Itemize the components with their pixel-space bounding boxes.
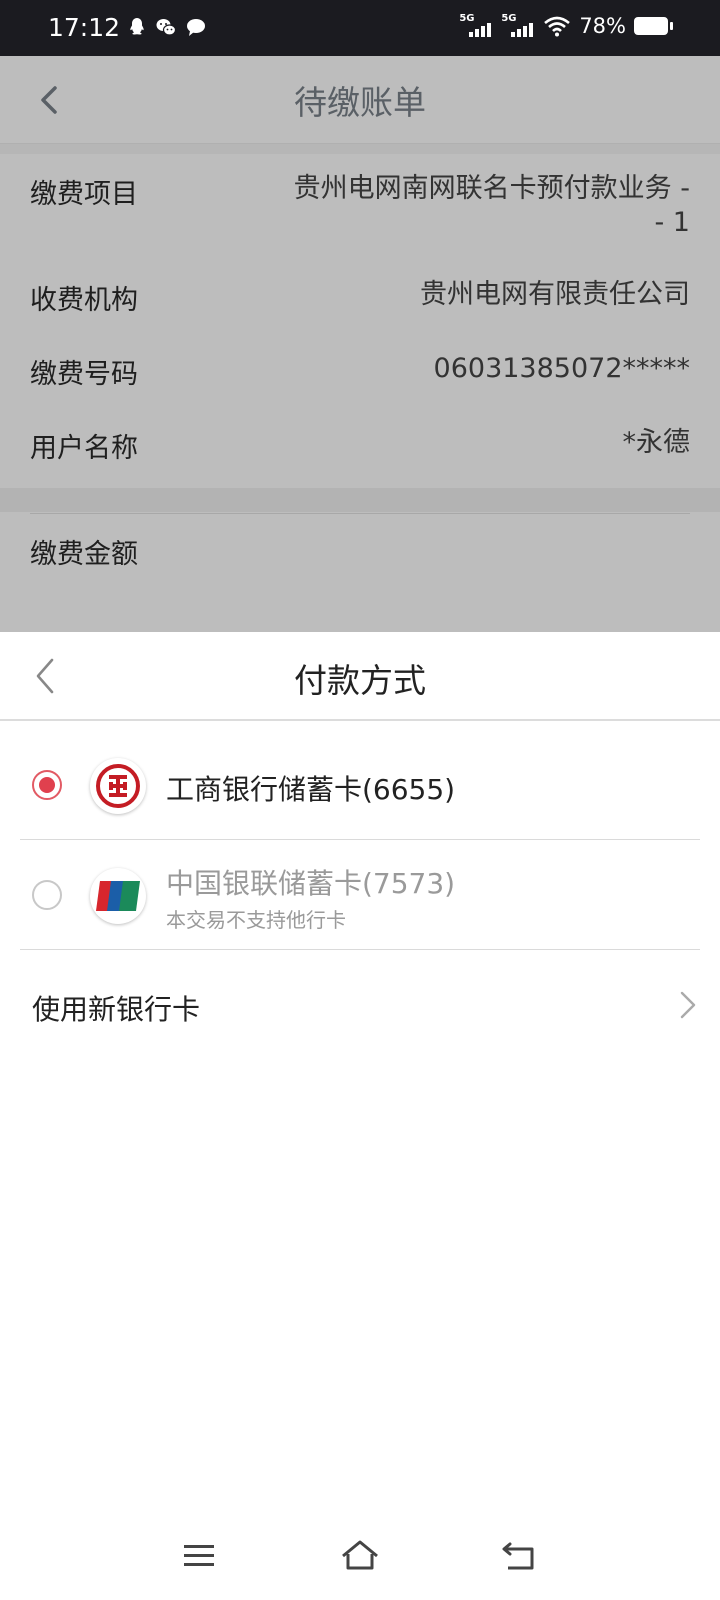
sheet-title: 付款方式 xyxy=(294,661,426,700)
divider xyxy=(0,144,720,154)
chevron-right-icon xyxy=(680,991,696,1019)
system-nav-bar xyxy=(0,1510,720,1600)
payment-method-sheet: 付款方式 工商银行储蓄卡(6655) 中国银联储蓄卡(7573) 本交易不支持他… xyxy=(0,632,720,1600)
row-label: 收费机构 xyxy=(30,285,138,316)
message-icon xyxy=(187,19,205,36)
row-value: 贵州电网有限责任公司 xyxy=(420,279,690,310)
menu-icon[interactable] xyxy=(180,1538,220,1574)
sheet-header: 付款方式 xyxy=(0,632,720,721)
divider xyxy=(0,488,720,512)
battery-percent: 78% xyxy=(579,14,626,38)
new-card-label: 使用新银行卡 xyxy=(32,993,201,1026)
status-bar: 17:12 5G 5G 78% xyxy=(0,0,720,56)
bill-page-background: 待缴账单 缴费项目 贵州电网南网联名卡预付款业务 - - 1 收费机构 贵州电网… xyxy=(0,56,720,632)
payment-option-label: 中国银联储蓄卡(7573) xyxy=(166,867,456,900)
row-value: 06031385072***** xyxy=(433,353,690,384)
payment-option-unionpay: 中国银联储蓄卡(7573) 本交易不支持他行卡 xyxy=(20,842,700,950)
icbc-logo-icon xyxy=(90,758,146,814)
row-value: 贵州电网南网联名卡预付款业务 - - 1 xyxy=(293,173,690,238)
status-time: 17:12 xyxy=(48,13,121,42)
wifi-icon xyxy=(544,16,571,37)
bill-page-header: 待缴账单 xyxy=(0,56,720,144)
qq-icon xyxy=(130,18,144,35)
radio-unselected xyxy=(32,880,62,910)
payment-option-icbc[interactable]: 工商银行储蓄卡(6655) xyxy=(20,732,700,840)
use-new-card-row[interactable]: 使用新银行卡 xyxy=(20,952,700,1060)
back-icon[interactable] xyxy=(500,1538,540,1574)
payment-option-note: 本交易不支持他行卡 xyxy=(166,908,346,932)
row-label: 缴费项目 xyxy=(30,179,138,210)
payment-option-label: 工商银行储蓄卡(6655) xyxy=(166,773,456,806)
radio-selected[interactable] xyxy=(32,770,62,800)
cellular-signal-icon: 5G xyxy=(459,13,493,37)
row-label: 用户名称 xyxy=(30,433,138,464)
wechat-icon xyxy=(156,19,177,36)
divider xyxy=(30,513,690,514)
row-label: 缴费号码 xyxy=(30,359,138,390)
battery-icon xyxy=(634,17,673,35)
unionpay-logo-icon xyxy=(90,868,146,924)
cellular-signal-icon: 5G xyxy=(501,13,535,37)
page-title: 待缴账单 xyxy=(294,83,426,122)
amount-label: 缴费金额 xyxy=(30,539,138,570)
row-value: *永德 xyxy=(622,427,691,458)
home-icon[interactable] xyxy=(340,1538,380,1574)
